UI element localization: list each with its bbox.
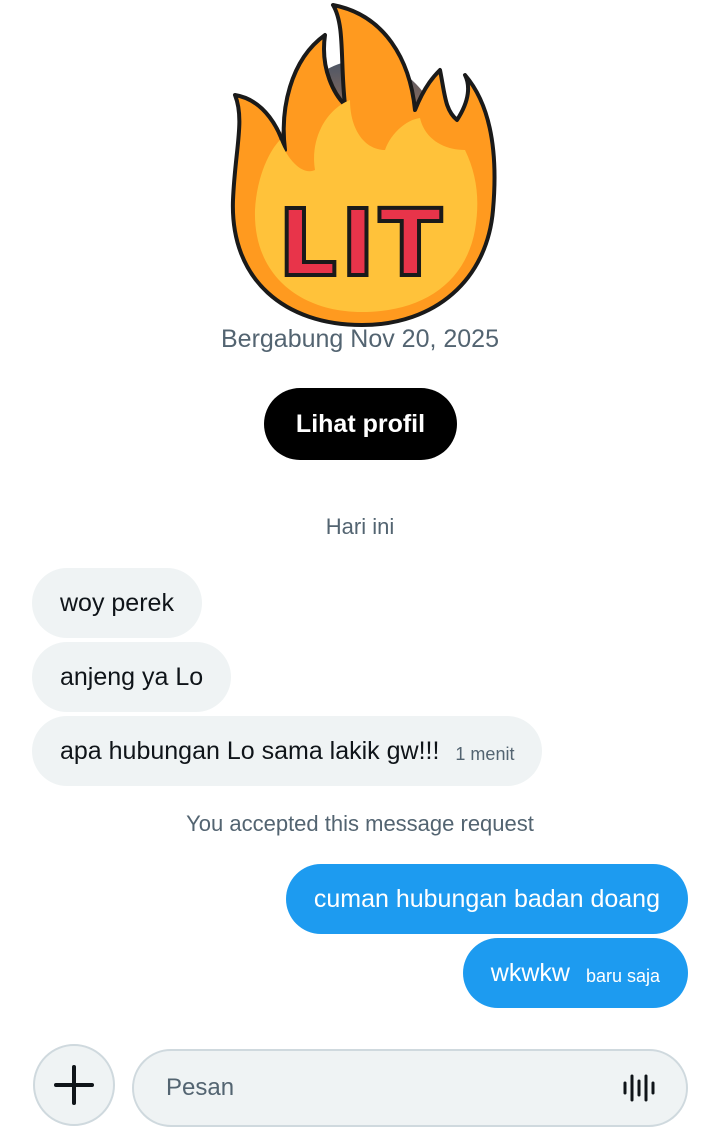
lit-fire-sticker: LIT (230, 3, 497, 327)
incoming-message[interactable]: apa hubungan Lo sama lakik gw!!! 1 menit (32, 716, 543, 786)
message-text: wkwkw (490, 958, 570, 987)
day-separator: Hari ini (325, 514, 395, 539)
incoming-message[interactable]: woy perek (32, 568, 202, 638)
plus-icon (54, 1065, 94, 1105)
view-profile-button[interactable]: Lihat profil (264, 388, 457, 460)
joined-date: Bergabung Nov 20, 2025 (221, 325, 499, 353)
message-input[interactable] (164, 1073, 608, 1103)
message-composer[interactable] (132, 1049, 688, 1127)
message-timestamp: 1 menit (455, 743, 515, 764)
add-attachment-button[interactable] (33, 1044, 115, 1126)
message-text: cuman hubungan badan doang (313, 884, 660, 913)
message-text: apa hubungan Lo sama lakik gw!!! (60, 736, 440, 765)
profile-avatar-area[interactable]: LIT (225, 0, 500, 330)
message-request-notice: You accepted this message request (186, 811, 534, 836)
message-text: anjeng ya Lo (60, 662, 204, 691)
outgoing-message[interactable]: cuman hubungan badan doang (285, 864, 688, 934)
outgoing-message[interactable]: wkwkw baru saja (462, 938, 688, 1008)
sticker-text: LIT (278, 190, 446, 297)
message-text: woy perek (60, 588, 174, 617)
voice-waveform-icon[interactable] (622, 1071, 656, 1105)
incoming-message[interactable]: anjeng ya Lo (32, 642, 232, 712)
message-timestamp: baru saja (585, 965, 660, 986)
